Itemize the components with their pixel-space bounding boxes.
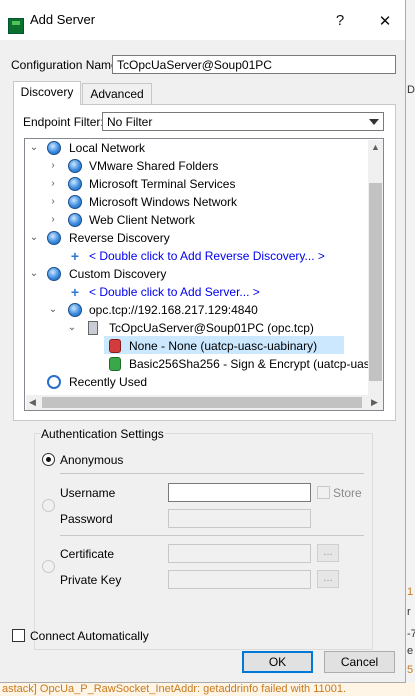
globe-icon	[68, 213, 82, 227]
store-checkbox[interactable]	[317, 486, 330, 499]
vertical-scroll-thumb[interactable]	[369, 183, 382, 381]
chevron-right-icon[interactable]: ›	[48, 157, 58, 175]
globe-icon	[47, 231, 61, 245]
tree-item-label: < Double click to Add Server... >	[89, 285, 260, 299]
background-text: e	[407, 645, 414, 657]
background-text: 5	[407, 664, 414, 676]
tree-item-label: VMware Shared Folders	[89, 159, 219, 173]
anonymous-label: Anonymous	[60, 453, 124, 467]
scroll-right-arrow-icon[interactable]: ▶	[371, 397, 378, 408]
private-key-label: Private Key	[60, 573, 122, 587]
plus-icon: +	[70, 248, 80, 264]
add-server-dialog: Add Server ? ✕ Configuration Name TcOpcU…	[0, 0, 406, 683]
tree-item-label: None - None (uatcp-uasc-uabinary)	[129, 339, 318, 353]
log-text: astack] OpcUa_P_RawSocket_InetAddr: geta…	[2, 683, 347, 695]
dialog-title: Add Server	[30, 12, 96, 27]
tree-item-label: Custom Discovery	[69, 267, 167, 281]
chevron-down-icon[interactable]: ⌄	[67, 319, 77, 337]
tab-advanced[interactable]: Advanced	[82, 83, 152, 104]
chevron-down-icon[interactable]: ⌄	[29, 229, 39, 247]
tree-item-label: Web Client Network	[89, 213, 195, 227]
chevron-down-icon[interactable]: ⌄	[29, 139, 39, 157]
username-input[interactable]	[168, 483, 311, 502]
divider	[60, 535, 364, 536]
server-icon	[88, 321, 98, 335]
endpoint-filter-value: No Filter	[107, 115, 153, 129]
help-button[interactable]: ?	[325, 12, 355, 29]
globe-icon	[68, 159, 82, 173]
tree-item-label: < Double click to Add Reverse Discovery.…	[89, 249, 325, 263]
browse-private-key-button[interactable]: ...	[317, 570, 339, 588]
globe-icon	[68, 195, 82, 209]
anonymous-radio[interactable]	[42, 453, 55, 466]
plus-icon: +	[70, 284, 80, 300]
cancel-button[interactable]: Cancel	[324, 651, 395, 673]
background-log-line: astack] OpcUa_P_RawSocket_InetAddr: geta…	[0, 683, 415, 696]
tree-item-label: opc.tcp://192.168.217.129:4840	[89, 303, 258, 317]
chevron-right-icon[interactable]: ›	[48, 175, 58, 193]
background-text: 1	[407, 586, 414, 598]
background-text: D	[407, 84, 415, 96]
configuration-name-label: Configuration Name	[11, 58, 118, 72]
scroll-up-arrow-icon[interactable]: ▲	[371, 142, 380, 152]
chevron-down-icon[interactable]: ⌄	[29, 265, 39, 283]
tab-discovery[interactable]: Discovery	[13, 81, 81, 105]
password-input[interactable]	[168, 509, 311, 528]
chevron-right-icon[interactable]: ›	[48, 193, 58, 211]
globe-icon	[68, 303, 82, 317]
chevron-down-icon	[369, 119, 379, 125]
globe-icon	[47, 267, 61, 281]
globe-icon	[68, 177, 82, 191]
tree-item-label: Recently Used	[69, 375, 148, 389]
browse-certificate-button[interactable]: ...	[317, 544, 339, 562]
certificate-radio[interactable]	[42, 560, 55, 573]
configuration-name-input[interactable]: TcOpcUaServer@Soup01PC	[112, 55, 396, 74]
background-text: r	[407, 606, 411, 618]
authentication-legend: Authentication Settings	[40, 427, 165, 441]
ok-button[interactable]: OK	[242, 651, 313, 673]
connect-automatically-checkbox[interactable]	[12, 629, 25, 642]
scroll-left-arrow-icon[interactable]: ◀	[29, 397, 36, 408]
store-label: Store	[333, 486, 362, 500]
divider	[60, 473, 364, 474]
tree-item-label: TcOpcUaServer@Soup01PC (opc.tcp)	[109, 321, 314, 335]
tree-item-label: Microsoft Terminal Services	[89, 177, 236, 191]
background-app-strip: D 1 r -7 e 5	[406, 0, 415, 696]
tree-item-label: Basic256Sha256 - Sign & Encrypt (uatcp-u…	[129, 357, 380, 371]
private-key-input[interactable]	[168, 570, 311, 589]
chevron-right-icon[interactable]: ›	[48, 211, 58, 229]
horizontal-scroll-thumb[interactable]	[42, 397, 362, 408]
username-radio[interactable]	[42, 499, 55, 512]
username-label: Username	[60, 486, 116, 500]
lock-icon	[109, 357, 121, 371]
chevron-down-icon[interactable]: ⌄	[48, 301, 58, 319]
globe-icon	[47, 141, 61, 155]
tree-item-label: Microsoft Windows Network	[89, 195, 238, 209]
clock-icon	[47, 375, 61, 389]
lock-open-icon	[109, 339, 121, 353]
close-button[interactable]: ✕	[370, 12, 400, 30]
password-label: Password	[60, 512, 113, 526]
certificate-label: Certificate	[60, 547, 115, 561]
app-icon	[8, 18, 24, 34]
server-tree[interactable]: ⌄ Local Network › VMware Shared Folders …	[24, 138, 384, 411]
connect-automatically-label: Connect Automatically	[30, 629, 149, 643]
certificate-input[interactable]	[168, 544, 311, 563]
tree-item-label: Local Network	[69, 141, 146, 155]
endpoint-filter-select[interactable]: No Filter	[102, 112, 384, 131]
background-text: -7	[407, 628, 415, 640]
endpoint-filter-label: Endpoint Filter:	[23, 115, 104, 129]
title-bar: Add Server ? ✕	[0, 0, 405, 40]
tree-item-label: Reverse Discovery	[69, 231, 170, 245]
